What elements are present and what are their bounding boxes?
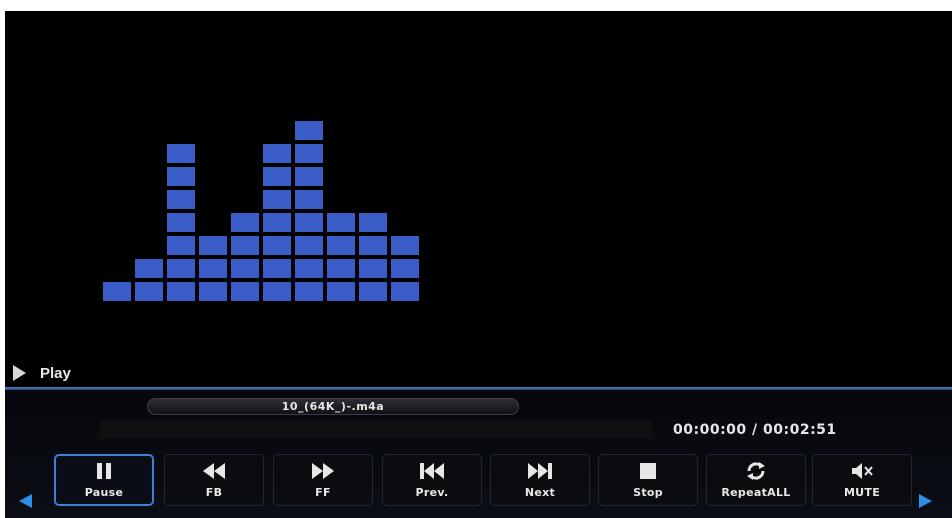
- visualizer-block: [167, 213, 195, 232]
- visualizer-block: [167, 259, 195, 278]
- visualizer-block: [263, 236, 291, 255]
- visualizer-block: [359, 213, 387, 232]
- visualizer-block: [231, 282, 259, 301]
- player-screen: Play 10_(64K_)-.m4a 00:00:00 / 00:02:51 …: [5, 11, 952, 518]
- fast-backward-label: FB: [205, 486, 223, 499]
- filename-label: 10_(64K_)-.m4a: [281, 400, 385, 413]
- visualizer-block: [391, 236, 419, 255]
- scroll-right-arrow-icon[interactable]: [919, 494, 932, 508]
- visualizer-block: [167, 167, 195, 186]
- progress-bar[interactable]: [100, 421, 652, 438]
- visualizer-block: [295, 167, 323, 186]
- visualizer-block: [199, 259, 227, 278]
- visualizer-block: [263, 167, 291, 186]
- next-button[interactable]: Next: [490, 454, 590, 506]
- fast-forward-label: FF: [315, 486, 331, 499]
- visualizer-block: [135, 282, 163, 301]
- visualizer-block: [359, 259, 387, 278]
- previous-icon: [418, 459, 446, 483]
- visualizer-block: [295, 282, 323, 301]
- visualizer-block: [295, 121, 323, 140]
- visualizer-block: [263, 213, 291, 232]
- pause-icon: [94, 459, 114, 483]
- mute-label: MUTE: [843, 486, 881, 499]
- next-label: Next: [524, 486, 556, 499]
- visualizer-block: [295, 190, 323, 209]
- pause-button[interactable]: Pause: [54, 454, 154, 506]
- visualizer-block: [167, 144, 195, 163]
- visualizer-block: [167, 236, 195, 255]
- visualizer-block: [327, 213, 355, 232]
- visualizer-block: [263, 190, 291, 209]
- visualizer-block: [263, 282, 291, 301]
- fast-forward-icon: [310, 459, 336, 483]
- filename-bar: 10_(64K_)-.m4a: [147, 398, 519, 415]
- scroll-left-arrow-icon[interactable]: [19, 494, 32, 508]
- fast-backward-button[interactable]: FB: [164, 454, 264, 506]
- visualizer-block: [295, 144, 323, 163]
- playback-status: Play: [13, 363, 71, 383]
- repeat-all-label: RepeatALL: [721, 486, 791, 499]
- playback-status-label: Play: [40, 364, 71, 382]
- visualizer-block: [199, 236, 227, 255]
- visualizer-block: [359, 236, 387, 255]
- repeat-icon: [745, 459, 767, 483]
- mute-icon: [850, 459, 874, 483]
- visualizer-block: [391, 282, 419, 301]
- fast-forward-button[interactable]: FF: [273, 454, 373, 506]
- visualizer-block: [231, 259, 259, 278]
- mute-button[interactable]: MUTE: [812, 454, 912, 506]
- visualizer-block: [359, 282, 387, 301]
- next-icon: [526, 459, 554, 483]
- visualizer-block: [295, 236, 323, 255]
- stop-button[interactable]: Stop: [598, 454, 698, 506]
- previous-button[interactable]: Prev.: [382, 454, 482, 506]
- visualizer-block: [103, 282, 131, 301]
- visualizer-block: [295, 259, 323, 278]
- control-panel: 10_(64K_)-.m4a 00:00:00 / 00:02:51 Pause…: [5, 390, 952, 518]
- stop-label: Stop: [633, 486, 663, 499]
- visualizer-block: [263, 144, 291, 163]
- visualizer-block: [295, 213, 323, 232]
- visualizer-block: [199, 282, 227, 301]
- audio-visualizer: [5, 11, 952, 371]
- stop-icon: [638, 459, 658, 483]
- pause-button-label: Pause: [84, 486, 124, 499]
- visualizer-block: [263, 259, 291, 278]
- visualizer-block: [327, 236, 355, 255]
- visualizer-block: [167, 282, 195, 301]
- previous-label: Prev.: [415, 486, 449, 499]
- visualizer-block: [231, 213, 259, 232]
- play-icon: [13, 365, 26, 381]
- visualizer-block: [327, 259, 355, 278]
- time-display: 00:00:00 / 00:02:51: [673, 422, 837, 438]
- visualizer-block: [231, 236, 259, 255]
- visualizer-block: [391, 259, 419, 278]
- visualizer-block: [135, 259, 163, 278]
- visualizer-block: [167, 190, 195, 209]
- repeat-all-button[interactable]: RepeatALL: [706, 454, 806, 506]
- fast-backward-icon: [201, 459, 227, 483]
- visualizer-block: [327, 282, 355, 301]
